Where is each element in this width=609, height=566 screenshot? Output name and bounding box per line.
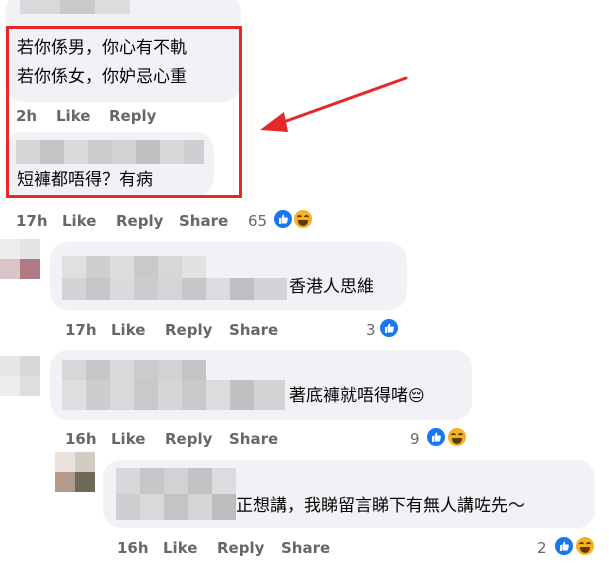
- comment-time-5[interactable]: 16h: [117, 538, 149, 558]
- reply-button-2[interactable]: Reply: [116, 211, 163, 231]
- like-button-5[interactable]: Like: [163, 538, 197, 558]
- avatar: [0, 239, 40, 279]
- comment-text-3: 香港人思維: [289, 277, 374, 297]
- reply-button-4[interactable]: Reply: [165, 429, 212, 449]
- blurred-author-name-4: [62, 360, 285, 410]
- share-button-2[interactable]: Share: [179, 211, 228, 231]
- blurred-author-name-3: [62, 256, 287, 300]
- highlight-box: [6, 26, 242, 198]
- reaction-count-4[interactable]: 9: [410, 429, 420, 449]
- like-icon: [425, 426, 447, 448]
- haha-icon: [446, 426, 468, 448]
- reply-button-3[interactable]: Reply: [165, 320, 212, 340]
- like-button-3[interactable]: Like: [111, 320, 145, 340]
- reaction-count-3[interactable]: 3: [366, 320, 376, 340]
- like-icon: [378, 317, 400, 339]
- comment-time-3[interactable]: 17h: [65, 320, 97, 340]
- share-button-4[interactable]: Share: [229, 429, 278, 449]
- like-icon: [553, 535, 575, 557]
- pensive-face-icon: 😔: [408, 386, 425, 405]
- comment-time-2[interactable]: 17h: [16, 211, 48, 231]
- comment-text-4-body: 著底褲就唔得啫: [289, 386, 408, 406]
- avatar: [0, 356, 40, 396]
- reaction-count-2[interactable]: 65: [248, 211, 267, 231]
- blurred-author-name-5: [116, 468, 236, 520]
- like-button-4[interactable]: Like: [111, 429, 145, 449]
- like-button-2[interactable]: Like: [62, 211, 96, 231]
- share-button-5[interactable]: Share: [281, 538, 330, 558]
- annotation-arrow-icon: [260, 76, 408, 132]
- haha-icon: [292, 208, 314, 230]
- comment-text-5: 正想講，我睇留言睇下有無人講咗先～: [236, 496, 525, 516]
- share-button-3[interactable]: Share: [229, 320, 278, 340]
- reply-button-5[interactable]: Reply: [217, 538, 264, 558]
- reaction-count-5[interactable]: 2: [537, 538, 547, 558]
- like-icon: [272, 208, 294, 230]
- comment-time-4[interactable]: 16h: [65, 429, 97, 449]
- avatar: [55, 452, 95, 492]
- haha-icon: [574, 535, 596, 557]
- comment-text-4: 著底褲就唔得啫😔: [289, 384, 425, 408]
- blurred-author-name-1: [20, 0, 130, 14]
